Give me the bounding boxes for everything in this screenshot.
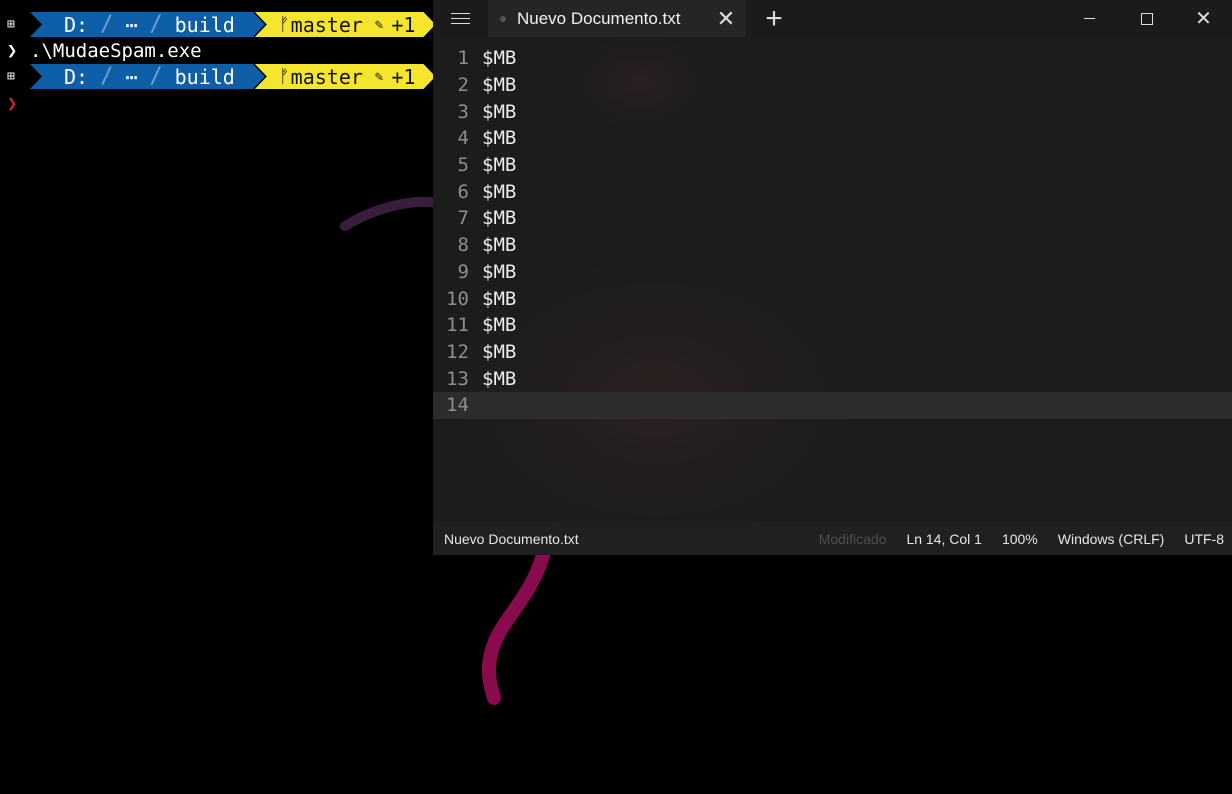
- line-number: 6: [457, 180, 469, 203]
- line-text: $MB: [482, 100, 517, 123]
- line-number: 3: [457, 100, 469, 123]
- line-text: $MB: [482, 127, 517, 150]
- text-editor-area[interactable]: 1 $MB 2 $MB 3 $MB 4 $MB 5 $MB 6 $MB 7 $MB 8 $MB 9 $MB 10 $M…: [433, 45, 1232, 419]
- status-bar: Nuevo Documento.txt Modificado Ln 14, Co…: [433, 522, 1232, 555]
- changes-count: +1: [391, 64, 416, 89]
- editor-line[interactable]: 8 $MB: [433, 232, 1232, 259]
- branch-label: master: [290, 64, 363, 89]
- windows-icon: ⊞: [7, 69, 15, 84]
- line-text: $MB: [482, 180, 517, 203]
- tab-nuevo-documento[interactable]: Nuevo Documento.txt ✕: [488, 0, 746, 37]
- editor-line[interactable]: 5 $MB: [433, 152, 1232, 179]
- prompt-chevron-icon: ❯: [7, 94, 18, 114]
- status-modified: Modificado: [818, 530, 887, 547]
- changes-count: +1: [391, 12, 416, 37]
- line-text: $MB: [482, 47, 517, 70]
- pencil-icon: ✎: [374, 68, 384, 85]
- line-text: $MB: [482, 260, 517, 283]
- prompt-line-2: ⊞ D: / ⋯ / build ᚠ master ✎ +1: [0, 64, 435, 89]
- drive-label: D:: [64, 64, 89, 89]
- line-number: 2: [457, 74, 469, 97]
- editor-line[interactable]: 11 $MB: [433, 312, 1232, 339]
- status-line-ending[interactable]: Windows (CRLF): [1058, 531, 1165, 547]
- status-file-name: Nuevo Documento.txt: [444, 530, 579, 547]
- editor-line[interactable]: 1 $MB: [433, 45, 1232, 72]
- close-window-button[interactable]: ✕: [1175, 0, 1232, 37]
- title-bar: Nuevo Documento.txt ✕ + ✕: [433, 0, 1232, 37]
- editor-line[interactable]: 3 $MB: [433, 98, 1232, 125]
- input-line[interactable]: ❯: [0, 92, 30, 116]
- editor-line[interactable]: 7 $MB: [433, 205, 1232, 232]
- maximize-button[interactable]: [1118, 0, 1175, 37]
- status-zoom[interactable]: 100%: [1002, 531, 1038, 547]
- maximize-icon: [1140, 12, 1153, 25]
- editor-line[interactable]: 9 $MB: [433, 259, 1232, 286]
- editor-line[interactable]: 4 $MB: [433, 125, 1232, 152]
- ellipsis-label: ⋯: [125, 64, 138, 89]
- git-segment: ᚠ master ✎ +1: [255, 64, 436, 89]
- git-branch-icon: ᚠ: [278, 66, 290, 87]
- editor-line[interactable]: 13 $MB: [433, 365, 1232, 392]
- line-text: $MB: [482, 340, 517, 363]
- line-text: $MB: [482, 74, 517, 97]
- prompt-chevron-icon: ❯: [7, 41, 18, 61]
- command-text: .\MudaeSpam.exe: [30, 40, 202, 62]
- line-number: 13: [446, 367, 469, 390]
- hamburger-icon[interactable]: [433, 0, 488, 37]
- window-controls: ✕: [1061, 0, 1232, 37]
- status-cursor-position[interactable]: Ln 14, Col 1: [906, 531, 982, 547]
- windows-icon: ⊞: [7, 17, 15, 32]
- line-number: 14: [446, 394, 469, 417]
- folder-label: build: [174, 64, 235, 89]
- line-text: $MB: [482, 154, 517, 177]
- line-text: $MB: [482, 367, 517, 390]
- line-number: 5: [457, 154, 469, 177]
- path-segment: D: / ⋯ / build: [30, 64, 265, 89]
- editor-line[interactable]: 14: [433, 391, 1232, 419]
- unsaved-dot-icon: [500, 15, 506, 22]
- editor-line[interactable]: 10 $MB: [433, 285, 1232, 312]
- ellipsis-label: ⋯: [125, 12, 138, 37]
- line-number: 1: [457, 47, 469, 70]
- editor-line[interactable]: 12 $MB: [433, 339, 1232, 366]
- notepad-window[interactable]: Nuevo Documento.txt ✕ + ✕ 1 $MB 2 $MB 3 $MB 4 $…: [433, 0, 1232, 555]
- close-icon: ✕: [1195, 8, 1212, 30]
- drive-label: D:: [64, 12, 89, 37]
- git-segment: ᚠ master ✎ +1: [255, 12, 436, 37]
- line-text: $MB: [482, 207, 517, 230]
- line-number: 4: [457, 127, 469, 150]
- new-tab-icon[interactable]: +: [746, 0, 802, 37]
- folder-label: build: [174, 12, 235, 37]
- tab-title: Nuevo Documento.txt: [517, 8, 681, 28]
- path-segment: D: / ⋯ / build: [30, 12, 265, 37]
- editor-line[interactable]: 2 $MB: [433, 72, 1232, 99]
- line-number: 8: [457, 234, 469, 257]
- line-text: $MB: [482, 287, 517, 310]
- line-number: 12: [446, 340, 469, 363]
- line-text: $MB: [482, 314, 517, 337]
- close-tab-icon[interactable]: ✕: [706, 0, 746, 37]
- git-branch-icon: ᚠ: [278, 14, 290, 35]
- line-text: $MB: [482, 234, 517, 257]
- line-number: 9: [457, 260, 469, 283]
- line-number: 11: [446, 314, 469, 337]
- status-encoding[interactable]: UTF-8: [1184, 531, 1224, 547]
- minimize-icon: [1084, 17, 1095, 20]
- prompt-line-1: ⊞ D: / ⋯ / build ᚠ master ✎ +1: [0, 12, 435, 37]
- pencil-icon: ✎: [374, 16, 384, 33]
- command-line: ❯ .\MudaeSpam.exe: [0, 39, 202, 63]
- branch-label: master: [290, 12, 363, 37]
- line-number: 7: [457, 207, 469, 230]
- line-number: 10: [446, 287, 469, 310]
- editor-line[interactable]: 6 $MB: [433, 178, 1232, 205]
- minimize-button[interactable]: [1061, 0, 1118, 37]
